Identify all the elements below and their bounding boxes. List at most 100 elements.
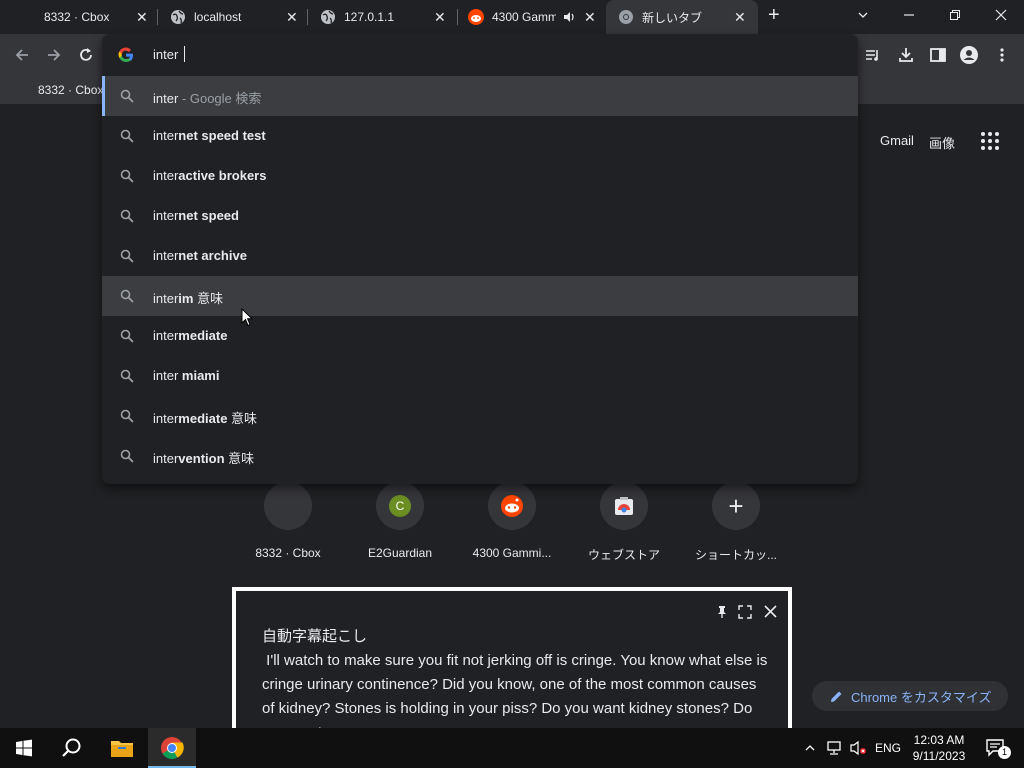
text-caret: [184, 46, 185, 62]
suggestion-row[interactable]: interim 意味: [102, 276, 858, 316]
shortcut-tile[interactable]: 8332 · Cbox: [232, 482, 344, 572]
caption-text: 自動字幕起こし I'll watch to make sure you fit …: [262, 625, 768, 745]
images-link[interactable]: 画像: [929, 133, 955, 152]
tab-strip: 8332 · Cbox ✕ localhost ✕ 127.0.1.1 ✕ 43…: [0, 0, 1024, 34]
tab-title: 8332 · Cbox: [44, 10, 110, 24]
tab-reddit[interactable]: 4300 Gamm ✕: [458, 0, 606, 34]
search-icon: [120, 169, 134, 183]
shortcut-label: ウェブストア: [587, 548, 660, 562]
close-icon[interactable]: ✕: [734, 9, 746, 26]
close-icon[interactable]: ✕: [136, 9, 148, 26]
close-icon[interactable]: ✕: [286, 9, 298, 26]
suggestion-prefix: inter: [153, 451, 179, 466]
speaker-icon[interactable]: [562, 10, 576, 27]
chrome-taskbar-icon[interactable]: [148, 728, 196, 768]
suggestion-row[interactable]: intermediate 意味: [102, 396, 858, 436]
shortcut-label: 8332 · Cbox: [255, 546, 321, 560]
suggestion-prefix: inter: [153, 208, 179, 223]
google-icon: [118, 47, 134, 68]
pin-icon[interactable]: [716, 605, 728, 624]
suggestion-prefix: inter: [153, 248, 179, 263]
shortcut-tile[interactable]: C E2Guardian: [344, 482, 456, 572]
suggestion-row[interactable]: intervention 意味: [102, 436, 858, 476]
suggestion-prefix: inter: [153, 368, 182, 383]
suggestion-suffix: 意味: [227, 411, 258, 426]
search-icon[interactable]: [48, 728, 96, 768]
suggestion-prefix: inter: [153, 168, 179, 183]
omnibox-input[interactable]: inter: [153, 47, 178, 62]
add-shortcut-tile[interactable]: + ショートカッ...: [680, 482, 792, 572]
tab-new-tab[interactable]: 新しいタブ ✕: [606, 0, 758, 34]
suggestion-row[interactable]: inter miami: [102, 356, 858, 396]
forward-button[interactable]: [43, 44, 65, 66]
suggestion-prefix: inter: [153, 328, 179, 343]
suggestion-text: internet speed: [153, 208, 239, 223]
bookmark-item[interactable]: 8332 · Cbox: [38, 83, 103, 97]
suggestion-completion: net speed test: [178, 128, 266, 143]
notification-center-icon[interactable]: 1: [978, 728, 1014, 768]
suggestion-completion: net speed: [178, 208, 239, 223]
suggestion-completion: net archive: [178, 248, 247, 263]
shortcut-tile[interactable]: ウェブストア: [568, 482, 680, 572]
notification-count: 1: [998, 746, 1011, 759]
tab-cbox[interactable]: 8332 · Cbox ✕: [0, 0, 158, 34]
language-indicator[interactable]: ENG: [872, 728, 904, 768]
start-button[interactable]: [0, 728, 48, 768]
tab-127[interactable]: 127.0.1.1 ✕: [308, 0, 458, 34]
suggestion-row[interactable]: internet archive: [102, 236, 858, 276]
reading-list-icon[interactable]: [862, 44, 884, 66]
reload-button[interactable]: [75, 44, 97, 66]
close-icon[interactable]: ✕: [584, 9, 596, 26]
file-explorer-icon[interactable]: [98, 728, 146, 768]
close-icon[interactable]: [764, 605, 777, 623]
network-icon[interactable]: [822, 728, 846, 768]
suggestion-text: internet archive: [153, 248, 247, 263]
customize-label: Chrome をカスタマイズ: [851, 689, 992, 705]
side-panel-icon[interactable]: [927, 44, 949, 66]
tab-localhost[interactable]: localhost ✕: [158, 0, 308, 34]
search-icon: [120, 369, 134, 383]
plus-icon: +: [712, 482, 760, 530]
suggestion-row[interactable]: inter - Google 検索: [102, 76, 858, 116]
show-hidden-icons[interactable]: [800, 728, 820, 768]
clock[interactable]: 12:03 AM 9/11/2023: [906, 728, 972, 768]
suggestion-completion: im: [178, 291, 194, 306]
globe-icon: [170, 9, 186, 25]
download-icon[interactable]: [895, 44, 917, 66]
suggestion-prefix: inter: [153, 128, 179, 143]
menu-icon[interactable]: [991, 44, 1013, 66]
apps-grid-icon[interactable]: [980, 131, 1000, 151]
omnibox-dropdown: inter inter - Google 検索 internet speed te…: [102, 34, 858, 484]
suggestion-row[interactable]: internet speed test: [102, 116, 858, 156]
minimize-button[interactable]: [886, 0, 932, 30]
back-button[interactable]: [11, 44, 33, 66]
search-icon: [120, 249, 134, 263]
shortcut-label: E2Guardian: [367, 546, 433, 560]
search-icon: [120, 129, 134, 143]
reddit-icon: [468, 9, 484, 25]
omnibox-input-row[interactable]: inter: [102, 34, 858, 76]
profile-icon[interactable]: [958, 44, 980, 66]
close-window-button[interactable]: [978, 0, 1024, 30]
tab-search-button[interactable]: [840, 0, 886, 30]
search-icon: [120, 409, 134, 423]
pencil-icon: [830, 690, 843, 703]
live-caption-panel: 自動字幕起こし I'll watch to make sure you fit …: [232, 587, 792, 741]
customize-chrome-button[interactable]: Chrome をカスタマイズ: [812, 681, 1008, 711]
shortcut-tile[interactable]: 4300 Gammi...: [456, 482, 568, 572]
suggestion-row[interactable]: intermediate: [102, 316, 858, 356]
suggestion-completion: miami: [181, 368, 220, 383]
chrome-icon: [618, 9, 634, 25]
suggestion-row[interactable]: interactive brokers: [102, 156, 858, 196]
restore-button[interactable]: [932, 0, 978, 30]
volume-muted-icon[interactable]: [846, 728, 870, 768]
suggestion-prefix: inter: [153, 91, 179, 106]
close-icon[interactable]: ✕: [434, 9, 446, 26]
expand-icon[interactable]: [738, 605, 752, 624]
suggestion-text: intermediate 意味: [153, 408, 257, 427]
search-icon: [120, 329, 134, 343]
new-tab-button[interactable]: +: [768, 4, 780, 27]
suggestion-completion: mediate: [178, 411, 228, 426]
suggestion-row[interactable]: internet speed: [102, 196, 858, 236]
gmail-link[interactable]: Gmail: [880, 133, 914, 148]
